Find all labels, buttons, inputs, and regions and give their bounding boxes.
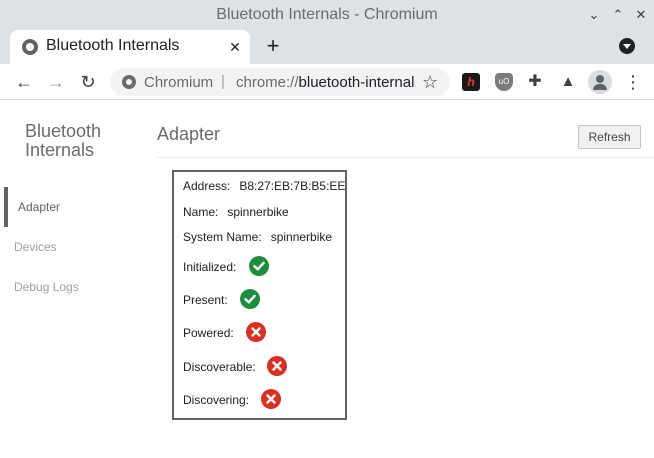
tab-title: Bluetooth Internals [46, 37, 180, 54]
tab-bluetooth-internals[interactable]: Bluetooth Internals ✕ [10, 30, 250, 64]
url-scheme: chrome:// [236, 74, 299, 91]
extensions-puzzle-icon[interactable]: ✚ [526, 73, 544, 91]
powered-label: Powered: [183, 326, 234, 340]
bookmark-star-icon[interactable]: ☆ [422, 72, 438, 93]
cross-circle-icon [246, 322, 266, 342]
cross-circle-icon [267, 356, 287, 376]
chromium-icon [122, 75, 136, 89]
close-tab-icon[interactable]: ✕ [226, 38, 244, 56]
sidebar-item-adapter[interactable]: Adapter [0, 187, 140, 227]
browser-toolbar: ← → ↻ Chromium | chrome://bluetooth-inte… [0, 64, 654, 100]
name-value: spinnerbike [227, 205, 289, 219]
sidebar-item-debug-logs[interactable]: Debug Logs [0, 267, 140, 307]
flask-icon[interactable]: ▲ [559, 73, 577, 91]
sidebar-item-label: Debug Logs [14, 280, 79, 294]
extension-h-icon[interactable]: h [462, 73, 480, 91]
check-circle-icon [240, 289, 260, 309]
check-circle-icon [249, 256, 269, 276]
address-value: B8:27:EB:7B:B5:EE [239, 179, 346, 193]
minimize-icon[interactable]: ⌄ [586, 7, 602, 23]
new-tab-plus-icon[interactable]: + [262, 35, 284, 57]
initialized-label: Initialized: [183, 260, 237, 274]
system-name-label: System Name: [183, 230, 262, 244]
sidebar-item-label: Devices [14, 240, 57, 254]
globe-icon [22, 39, 38, 55]
ublock-shield-icon[interactable]: uO [495, 73, 513, 91]
forward-arrow-icon[interactable]: → [44, 70, 68, 94]
main-panel: Adapter Refresh Address: B8:27:EB:7B:B5:E… [157, 101, 654, 458]
window-title-bar: Bluetooth Internals - Chromium ⌄ ⌃ ✕ [0, 0, 654, 30]
page-title: Adapter [157, 124, 221, 144]
system-name-row: System Name: spinnerbike [183, 230, 332, 244]
name-row: Name: spinnerbike [183, 205, 289, 219]
maximize-icon[interactable]: ⌃ [610, 7, 626, 23]
discovering-label: Discovering: [183, 393, 250, 407]
address-bar[interactable]: Chromium | chrome://bluetooth-internal..… [110, 68, 450, 96]
discoverable-label: Discoverable: [183, 360, 256, 374]
refresh-button[interactable]: Refresh [578, 125, 641, 149]
tab-search-icon[interactable] [619, 38, 635, 54]
sidebar-item-devices[interactable]: Devices [0, 227, 140, 267]
origin-separator: | [221, 73, 225, 90]
sidebar-item-label: Adapter [18, 200, 61, 214]
origin-label: Chromium [144, 74, 214, 91]
adapter-info-box: Address: B8:27:EB:7B:B5:EE Name: spinnerbi… [172, 170, 347, 420]
tab-strip: Bluetooth Internals ✕ + [0, 30, 654, 64]
url-text: chrome://bluetooth-internal... [236, 74, 416, 91]
system-name-value: spinnerbike [270, 230, 333, 244]
window-title: Bluetooth Internals - Chromium [216, 6, 438, 23]
back-arrow-icon[interactable]: ← [12, 70, 36, 94]
profile-avatar-icon[interactable] [588, 70, 612, 94]
present-label: Present: [183, 293, 228, 307]
url-path: bluetooth-internal... [298, 74, 416, 91]
name-label: Name: [183, 205, 219, 219]
main-header: Adapter Refresh [157, 101, 654, 158]
close-window-icon[interactable]: ✕ [633, 7, 649, 23]
address-row: Address: B8:27:EB:7B:B5:EE [183, 179, 345, 193]
sidebar: Bluetooth Internals Adapter Devices Debu… [0, 101, 140, 458]
cross-circle-icon [261, 389, 281, 409]
sidebar-title: Bluetooth Internals [25, 121, 102, 160]
page-content: Bluetooth Internals Adapter Devices Debu… [0, 101, 654, 458]
address-label: Address: [183, 179, 231, 193]
more-menu-icon[interactable]: ⋮ [624, 70, 642, 94]
reload-icon[interactable]: ↻ [76, 70, 100, 94]
